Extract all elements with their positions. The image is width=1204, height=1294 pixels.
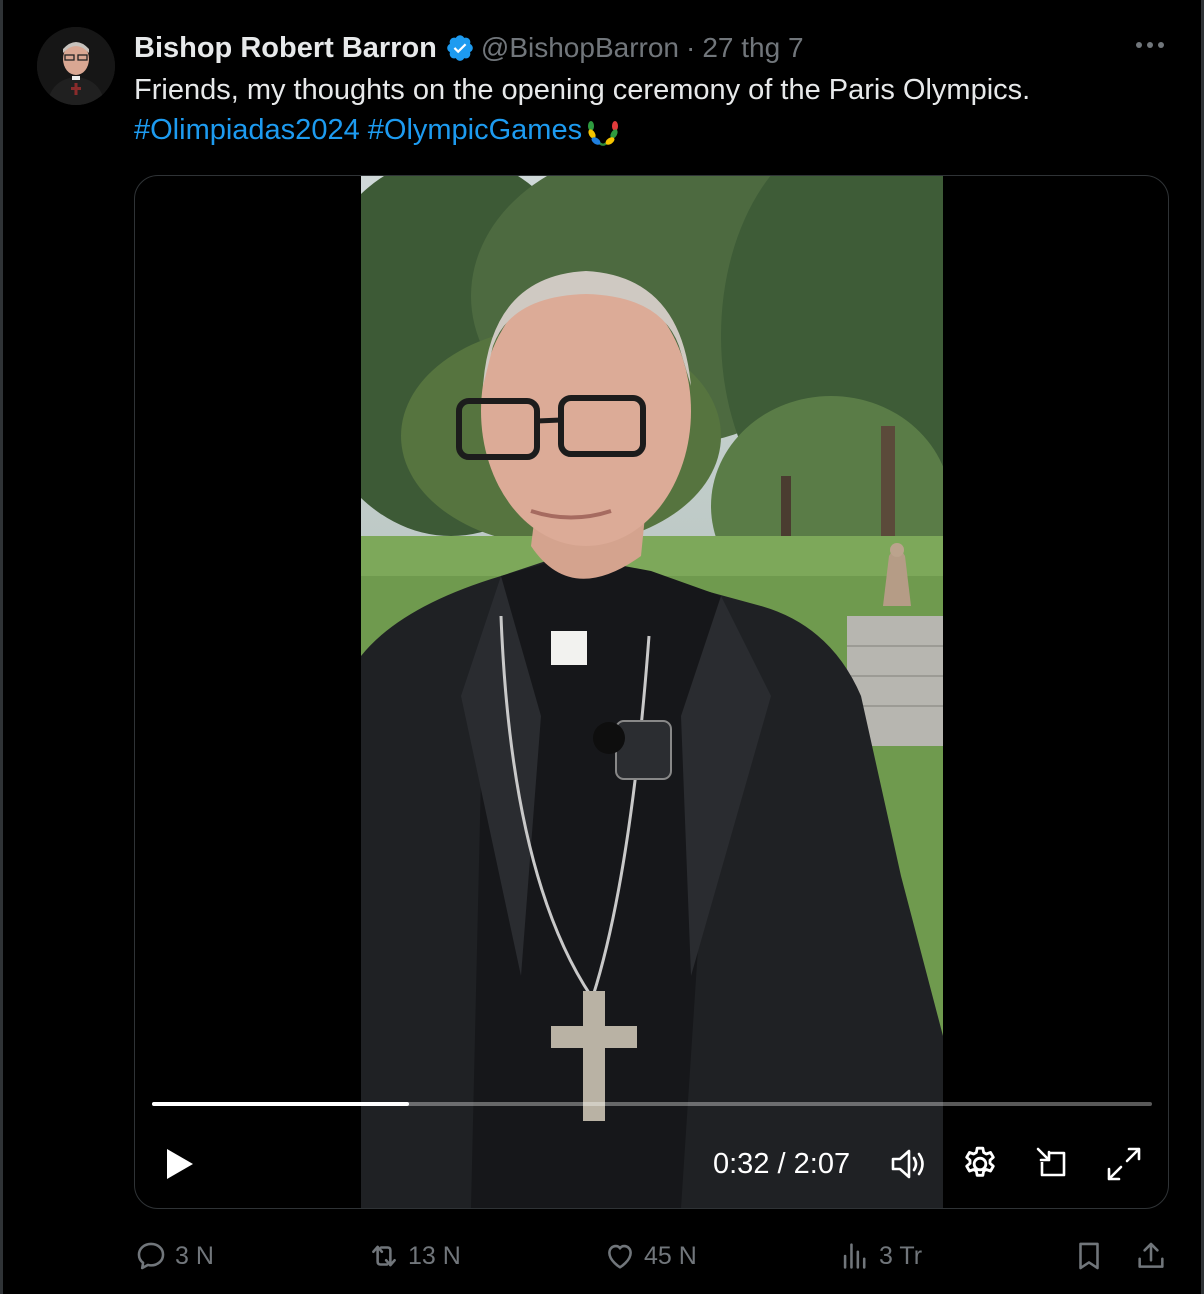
views-button[interactable]: 3 Tr [838, 1232, 922, 1280]
tweet-text: Friends, my thoughts on the opening cere… [134, 74, 1031, 106]
hashtag-olympicgames[interactable]: #OlympicGames [368, 114, 582, 146]
tweet-date[interactable]: 27 thg 7 [702, 32, 803, 64]
reply-count: 3 N [175, 1241, 214, 1270]
settings-icon[interactable] [960, 1144, 1000, 1184]
pip-icon[interactable] [1032, 1144, 1072, 1184]
like-icon [608, 1244, 632, 1269]
tweet-actions: 3 N 13 N 45 N 3 Tr [0, 1232, 1204, 1280]
like-count: 45 N [644, 1241, 697, 1270]
like-button[interactable]: 45 N [603, 1232, 697, 1280]
progress-fill [152, 1102, 409, 1106]
play-icon[interactable] [161, 1146, 197, 1182]
repost-count: 13 N [408, 1241, 461, 1270]
view-count: 3 Tr [879, 1241, 923, 1270]
author-name[interactable]: Bishop Robert Barron [134, 32, 437, 65]
hashtag-olimpiadas[interactable]: #Olimpiadas2024 [134, 114, 360, 146]
verified-badge-icon[interactable] [445, 33, 475, 63]
views-icon [843, 1243, 866, 1269]
bookmark-button[interactable] [1072, 1232, 1106, 1280]
fullscreen-icon[interactable] [1104, 1144, 1144, 1184]
separator-dot: · [685, 32, 696, 63]
progress-bar[interactable] [152, 1102, 1152, 1106]
author-handle[interactable]: @BishopBarron [481, 32, 679, 64]
share-icon [1138, 1242, 1164, 1268]
share-button[interactable] [1134, 1232, 1168, 1280]
frame-border-left [0, 0, 3, 1294]
reply-icon [137, 1242, 165, 1270]
more-icon[interactable] [1132, 32, 1168, 58]
current-time: 0:32 [713, 1148, 770, 1180]
volume-icon[interactable] [888, 1144, 928, 1184]
bookmark-icon [1079, 1242, 1099, 1270]
video-frame[interactable] [361, 176, 943, 1208]
time-display: 0:32 / 2:07 [713, 1148, 850, 1181]
author-avatar[interactable] [37, 27, 115, 105]
tweet-header: Bishop Robert Barron @BishopBarron · 27 … [134, 28, 804, 68]
time-separator: / [777, 1148, 786, 1180]
video-player[interactable]: 0:32 / 2:07 [134, 175, 1169, 1209]
reply-button[interactable]: 3 N [134, 1232, 214, 1280]
repost-button[interactable]: 13 N [367, 1232, 461, 1280]
laurel-emoji-icon [584, 114, 622, 148]
duration: 2:07 [793, 1148, 851, 1180]
repost-icon [372, 1245, 396, 1267]
tweet-hashtags: #Olimpiadas2024 #OlympicGames [134, 110, 622, 150]
